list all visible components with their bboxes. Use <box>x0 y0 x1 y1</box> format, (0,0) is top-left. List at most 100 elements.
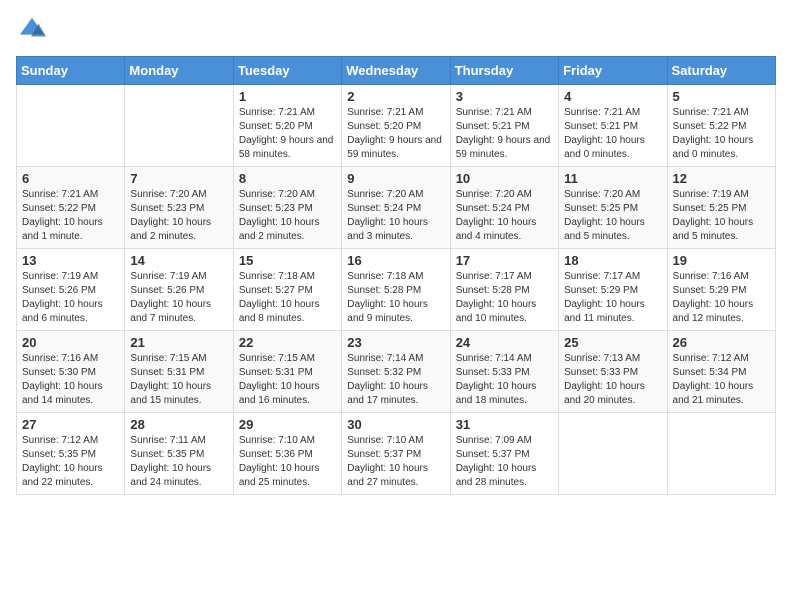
day-number: 6 <box>22 171 119 186</box>
calendar-cell: 9 Sunrise: 7:20 AM Sunset: 5:24 PM Daylig… <box>342 167 450 249</box>
calendar-header-sunday: Sunday <box>17 57 125 85</box>
calendar-cell: 12 Sunrise: 7:19 AM Sunset: 5:25 PM Dayli… <box>667 167 775 249</box>
calendar-cell: 11 Sunrise: 7:20 AM Sunset: 5:25 PM Dayli… <box>559 167 667 249</box>
day-number: 20 <box>22 335 119 350</box>
calendar-week-1: 1 Sunrise: 7:21 AM Sunset: 5:20 PM Daylig… <box>17 85 776 167</box>
calendar-cell <box>667 413 775 495</box>
day-number: 25 <box>564 335 661 350</box>
cell-content: Sunrise: 7:15 AM Sunset: 5:31 PM Dayligh… <box>239 352 336 408</box>
calendar-cell: 3Sunrise: 7:21 AM Sunset: 5:21 PM Daylig… <box>450 85 558 167</box>
day-number: 17 <box>456 253 553 268</box>
day-number: 18 <box>564 253 661 268</box>
cell-content: Sunrise: 7:18 AM Sunset: 5:28 PM Dayligh… <box>347 270 444 326</box>
day-number: 26 <box>673 335 770 350</box>
day-number: 2 <box>347 89 444 104</box>
cell-content: Sunrise: 7:12 AM Sunset: 5:35 PM Dayligh… <box>22 434 119 490</box>
calendar-cell: 19 Sunrise: 7:16 AM Sunset: 5:29 PM Dayli… <box>667 249 775 331</box>
calendar-header-friday: Friday <box>559 57 667 85</box>
cell-content: Sunrise: 7:19 AM Sunset: 5:26 PM Dayligh… <box>130 270 227 326</box>
calendar-cell: 16 Sunrise: 7:18 AM Sunset: 5:28 PM Dayli… <box>342 249 450 331</box>
cell-content: Sunrise: 7:12 AM Sunset: 5:34 PM Dayligh… <box>673 352 770 408</box>
logo-icon <box>18 16 46 44</box>
day-number: 22 <box>239 335 336 350</box>
cell-content: Sunrise: 7:13 AM Sunset: 5:33 PM Dayligh… <box>564 352 661 408</box>
day-number: 24 <box>456 335 553 350</box>
day-number: 21 <box>130 335 227 350</box>
calendar-header-saturday: Saturday <box>667 57 775 85</box>
calendar-header-tuesday: Tuesday <box>233 57 341 85</box>
cell-content: Sunrise: 7:17 AM Sunset: 5:29 PM Dayligh… <box>564 270 661 326</box>
cell-content: Sunrise: 7:21 AM Sunset: 5:22 PM Dayligh… <box>673 106 770 162</box>
calendar-cell: 27Sunrise: 7:12 AM Sunset: 5:35 PM Dayli… <box>17 413 125 495</box>
cell-content: Sunrise: 7:21 AM Sunset: 5:21 PM Dayligh… <box>456 106 553 162</box>
day-number: 11 <box>564 171 661 186</box>
calendar-cell: 10 Sunrise: 7:20 AM Sunset: 5:24 PM Dayli… <box>450 167 558 249</box>
cell-content: Sunrise: 7:15 AM Sunset: 5:31 PM Dayligh… <box>130 352 227 408</box>
cell-content: Sunrise: 7:16 AM Sunset: 5:29 PM Dayligh… <box>673 270 770 326</box>
day-number: 8 <box>239 171 336 186</box>
cell-content: Sunrise: 7:20 AM Sunset: 5:24 PM Dayligh… <box>347 188 444 244</box>
calendar-cell: 6 Sunrise: 7:21 AM Sunset: 5:22 PM Daylig… <box>17 167 125 249</box>
cell-content: Sunrise: 7:19 AM Sunset: 5:25 PM Dayligh… <box>673 188 770 244</box>
calendar-cell: 8 Sunrise: 7:20 AM Sunset: 5:23 PM Daylig… <box>233 167 341 249</box>
calendar-cell: 1Sunrise: 7:21 AM Sunset: 5:20 PM Daylig… <box>233 85 341 167</box>
calendar-header-row: SundayMondayTuesdayWednesdayThursdayFrid… <box>17 57 776 85</box>
calendar-cell: 21 Sunrise: 7:15 AM Sunset: 5:31 PM Dayli… <box>125 331 233 413</box>
cell-content: Sunrise: 7:09 AM Sunset: 5:37 PM Dayligh… <box>456 434 553 490</box>
day-number: 1 <box>239 89 336 104</box>
day-number: 7 <box>130 171 227 186</box>
day-number: 16 <box>347 253 444 268</box>
calendar-cell: 7 Sunrise: 7:20 AM Sunset: 5:23 PM Daylig… <box>125 167 233 249</box>
cell-content: Sunrise: 7:20 AM Sunset: 5:24 PM Dayligh… <box>456 188 553 244</box>
calendar-cell: 29Sunrise: 7:10 AM Sunset: 5:36 PM Dayli… <box>233 413 341 495</box>
day-number: 13 <box>22 253 119 268</box>
cell-content: Sunrise: 7:11 AM Sunset: 5:35 PM Dayligh… <box>130 434 227 490</box>
cell-content: Sunrise: 7:10 AM Sunset: 5:36 PM Dayligh… <box>239 434 336 490</box>
day-number: 30 <box>347 417 444 432</box>
day-number: 9 <box>347 171 444 186</box>
calendar-week-3: 13 Sunrise: 7:19 AM Sunset: 5:26 PM Dayli… <box>17 249 776 331</box>
cell-content: Sunrise: 7:14 AM Sunset: 5:33 PM Dayligh… <box>456 352 553 408</box>
calendar-cell: 4Sunrise: 7:21 AM Sunset: 5:21 PM Daylig… <box>559 85 667 167</box>
calendar-cell: 30 Sunrise: 7:10 AM Sunset: 5:37 PM Dayli… <box>342 413 450 495</box>
calendar-cell: 13 Sunrise: 7:19 AM Sunset: 5:26 PM Dayli… <box>17 249 125 331</box>
cell-content: Sunrise: 7:21 AM Sunset: 5:22 PM Dayligh… <box>22 188 119 244</box>
day-number: 12 <box>673 171 770 186</box>
cell-content: Sunrise: 7:18 AM Sunset: 5:27 PM Dayligh… <box>239 270 336 326</box>
cell-content: Sunrise: 7:21 AM Sunset: 5:20 PM Dayligh… <box>347 106 444 162</box>
logo <box>16 16 46 44</box>
cell-content: Sunrise: 7:20 AM Sunset: 5:23 PM Dayligh… <box>239 188 336 244</box>
cell-content: Sunrise: 7:20 AM Sunset: 5:23 PM Dayligh… <box>130 188 227 244</box>
calendar-cell <box>17 85 125 167</box>
day-number: 23 <box>347 335 444 350</box>
day-number: 10 <box>456 171 553 186</box>
cell-content: Sunrise: 7:21 AM Sunset: 5:21 PM Dayligh… <box>564 106 661 162</box>
cell-content: Sunrise: 7:17 AM Sunset: 5:28 PM Dayligh… <box>456 270 553 326</box>
calendar-header-monday: Monday <box>125 57 233 85</box>
day-number: 28 <box>130 417 227 432</box>
calendar-cell <box>125 85 233 167</box>
calendar-cell: 20 Sunrise: 7:16 AM Sunset: 5:30 PM Dayli… <box>17 331 125 413</box>
calendar-cell: 18 Sunrise: 7:17 AM Sunset: 5:29 PM Dayli… <box>559 249 667 331</box>
calendar-table: SundayMondayTuesdayWednesdayThursdayFrid… <box>16 56 776 495</box>
day-number: 5 <box>673 89 770 104</box>
day-number: 19 <box>673 253 770 268</box>
calendar-cell: 25 Sunrise: 7:13 AM Sunset: 5:33 PM Dayli… <box>559 331 667 413</box>
calendar-header-thursday: Thursday <box>450 57 558 85</box>
calendar-cell: 14Sunrise: 7:19 AM Sunset: 5:26 PM Dayli… <box>125 249 233 331</box>
cell-content: Sunrise: 7:16 AM Sunset: 5:30 PM Dayligh… <box>22 352 119 408</box>
calendar-cell: 26 Sunrise: 7:12 AM Sunset: 5:34 PM Dayli… <box>667 331 775 413</box>
calendar-cell: 24 Sunrise: 7:14 AM Sunset: 5:33 PM Dayli… <box>450 331 558 413</box>
calendar-cell: 2 Sunrise: 7:21 AM Sunset: 5:20 PM Daylig… <box>342 85 450 167</box>
day-number: 31 <box>456 417 553 432</box>
calendar-cell: 15 Sunrise: 7:18 AM Sunset: 5:27 PM Dayli… <box>233 249 341 331</box>
calendar-week-4: 20 Sunrise: 7:16 AM Sunset: 5:30 PM Dayli… <box>17 331 776 413</box>
calendar-cell: 22 Sunrise: 7:15 AM Sunset: 5:31 PM Dayli… <box>233 331 341 413</box>
day-number: 15 <box>239 253 336 268</box>
calendar-week-5: 27Sunrise: 7:12 AM Sunset: 5:35 PM Dayli… <box>17 413 776 495</box>
cell-content: Sunrise: 7:19 AM Sunset: 5:26 PM Dayligh… <box>22 270 119 326</box>
cell-content: Sunrise: 7:10 AM Sunset: 5:37 PM Dayligh… <box>347 434 444 490</box>
cell-content: Sunrise: 7:20 AM Sunset: 5:25 PM Dayligh… <box>564 188 661 244</box>
calendar-cell: 31 Sunrise: 7:09 AM Sunset: 5:37 PM Dayli… <box>450 413 558 495</box>
page-header <box>16 16 776 44</box>
